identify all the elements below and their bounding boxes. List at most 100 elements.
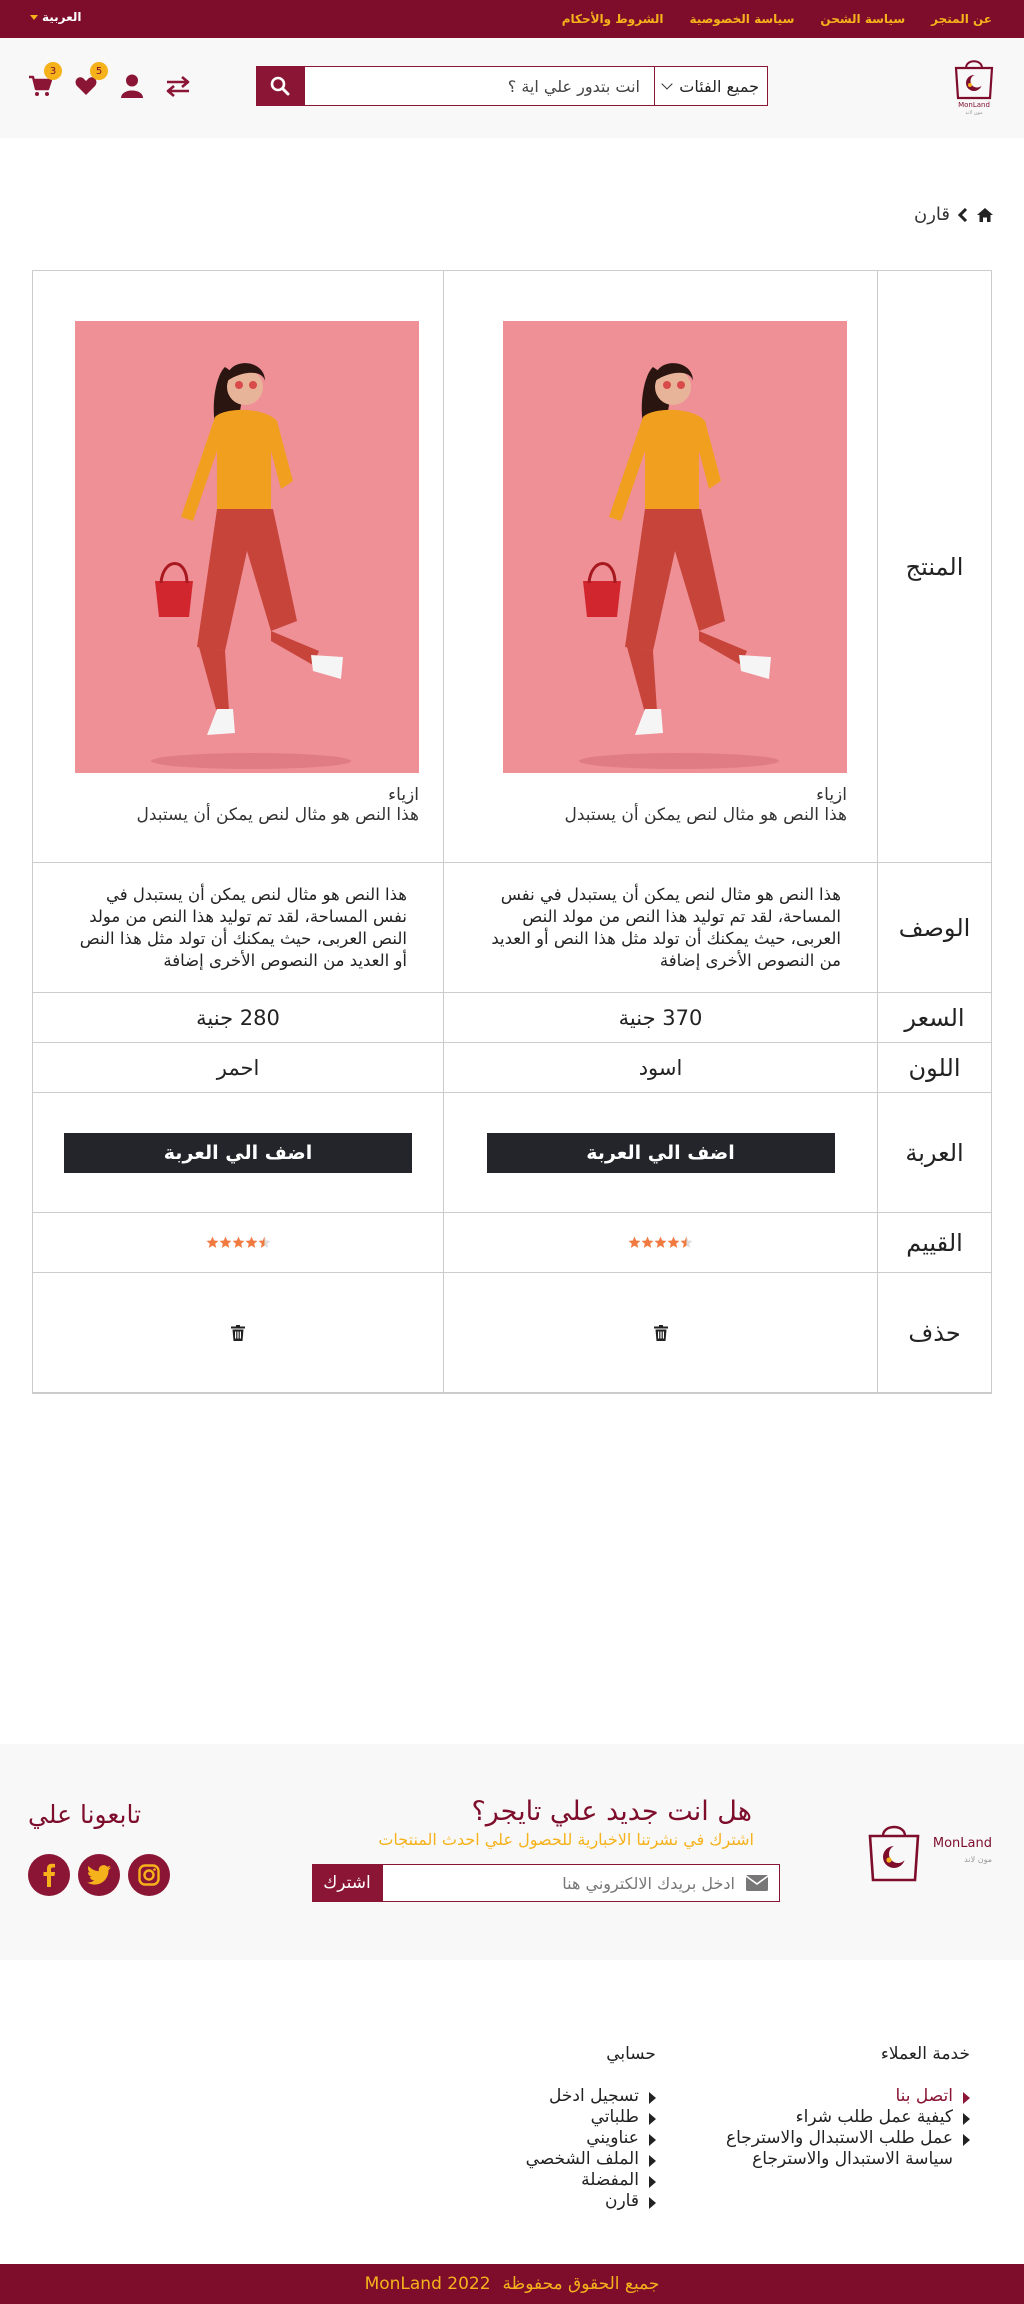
add-to-cart-button[interactable]: اضف الي العربة: [64, 1132, 412, 1173]
footer-link-label: المفضلة: [581, 2170, 639, 2190]
newsletter-title: هل انت جديد علي تايجر؟: [471, 1796, 752, 1827]
footer-link-label: عمل طلب الاستبدال والاسترجاع: [725, 2128, 953, 2148]
product-image[interactable]: [75, 321, 419, 773]
search-button[interactable]: [256, 66, 304, 106]
facebook-button[interactable]: [28, 1854, 70, 1896]
footer-link-label: اتصل بنا: [895, 2086, 953, 2106]
logo[interactable]: MonLand مون لاند: [950, 54, 998, 116]
rating-stars: [628, 1236, 693, 1249]
product-name[interactable]: هذا النص هو مثال لنص يمكن أن يستبدل: [503, 805, 847, 825]
product-category: ازياء: [388, 785, 419, 805]
account-column: حسابي تسجيل ادخل طلباتي عناويني الملف ال…: [526, 2044, 656, 2212]
product-name[interactable]: هذا النص هو مثال لنص يمكن أن يستبدل: [75, 805, 419, 825]
cart-count-badge: 3: [44, 62, 62, 80]
product-image[interactable]: [503, 321, 847, 773]
row-label-cart: العربة: [877, 1093, 991, 1212]
footer-link[interactable]: المفضلة: [526, 2170, 656, 2191]
star-icon: [232, 1236, 244, 1248]
triangle-right-icon: [648, 2175, 656, 2188]
footer-link-label: طلباتي: [590, 2107, 639, 2127]
top-bar: عن المتجر سياسة الشحن سياسة الخصوصية الش…: [0, 0, 1024, 38]
social-links: [28, 1854, 170, 1896]
trash-icon[interactable]: [653, 1324, 668, 1341]
footer-link[interactable]: الملف الشخصي: [526, 2149, 656, 2170]
top-link-about[interactable]: عن المتجر: [931, 12, 992, 26]
footer-link-label: قارن: [604, 2191, 639, 2211]
category-dropdown[interactable]: جميع الفئات: [654, 66, 768, 106]
footer-link[interactable]: قارن: [526, 2191, 656, 2212]
rating-cell: [33, 1213, 443, 1272]
footer-logo[interactable]: MonLand مون لاند: [865, 1820, 992, 1884]
top-link-privacy[interactable]: سياسة الخصوصية: [690, 12, 795, 26]
trash-icon[interactable]: [231, 1324, 245, 1341]
footer-link-label: سياسة الاستبدال والاسترجاع: [752, 2149, 953, 2169]
twitter-button[interactable]: [78, 1854, 120, 1896]
cart-button[interactable]: 3: [26, 62, 62, 100]
follow-us-label: تابعونا علي: [28, 1800, 142, 1829]
color-cell: احمر: [216, 1055, 260, 1080]
star-icon: [245, 1236, 257, 1248]
top-link-shipping[interactable]: سياسة الشحن: [820, 12, 905, 26]
home-icon[interactable]: [976, 207, 994, 223]
instagram-button[interactable]: [128, 1854, 170, 1896]
breadcrumb: قارن: [914, 204, 994, 225]
footer-link[interactable]: طلباتي: [526, 2107, 656, 2128]
customer-service-column: خدمة العملاء اتصل بنا كيفية عمل طلب شراء…: [726, 2044, 970, 2212]
footer-link[interactable]: عمل طلب الاستبدال والاسترجاع: [726, 2128, 970, 2149]
copyright-bar: جميع الحقوق محفوظة MonLand 2022: [0, 2264, 1024, 2304]
add-to-cart-button[interactable]: اضف الي العربة: [486, 1132, 835, 1173]
footer-link-label: عناويني: [586, 2128, 639, 2148]
rating-cell: [443, 1213, 877, 1272]
footer-link[interactable]: سياسة الاستبدال والاسترجاع: [726, 2149, 970, 2170]
product-cell: ازياء هذا النص هو مثال لنص يمكن أن يستبد…: [443, 271, 877, 862]
triangle-right-icon: [648, 2196, 656, 2209]
star-icon: [641, 1236, 654, 1248]
row-product: المنتج ازياء هذا النص هو مثال لنص يمكن أ…: [33, 271, 991, 863]
header-icons: 5 3: [26, 62, 192, 104]
compare-arrows-icon: [166, 76, 190, 97]
description-cell: هذا النص هو مثال لنص يمكن أن يستبدل في ن…: [79, 884, 407, 970]
product-category: ازياء: [816, 785, 847, 805]
newsletter-email-input[interactable]: [382, 1864, 780, 1902]
row-cart: العربة اضف الي العربة اضف الي العربة: [33, 1093, 991, 1213]
footer-link[interactable]: اتصل بنا: [726, 2086, 970, 2107]
star-icon: [628, 1236, 641, 1248]
row-description: الوصف هذا النص هو مثال لنص يمكن أن يستبد…: [33, 863, 991, 993]
subscribe-button[interactable]: اشترك: [312, 1864, 382, 1902]
newsletter-form: اشترك: [312, 1864, 780, 1902]
top-link-terms[interactable]: الشروط والأحكام: [562, 12, 664, 26]
compare-button[interactable]: [164, 72, 192, 100]
search-bar: جميع الفئات: [256, 66, 768, 106]
chevron-down-icon: [661, 78, 673, 90]
twitter-icon: [87, 1865, 111, 1885]
cart-cell: اضف الي العربة: [33, 1093, 443, 1212]
triangle-right-icon: [648, 2112, 656, 2125]
account-button[interactable]: [118, 72, 146, 100]
language-label: العربية: [42, 10, 82, 24]
footer-link[interactable]: تسجيل ادخل: [526, 2086, 656, 2107]
heart-icon: [75, 77, 97, 95]
footer-link[interactable]: عناويني: [526, 2128, 656, 2149]
customer-service-title: خدمة العملاء: [880, 2044, 970, 2064]
row-label-delete: حذف: [877, 1273, 991, 1392]
rating-stars: [206, 1236, 271, 1249]
row-label-product: المنتج: [877, 271, 991, 862]
triangle-right-icon: [648, 2154, 656, 2167]
price-cell: 280 جنية: [196, 1005, 280, 1030]
footer-link-label: تسجيل ادخل: [548, 2086, 639, 2106]
chevron-left-icon: [958, 207, 968, 222]
footer-link[interactable]: كيفية عمل طلب شراء: [726, 2107, 970, 2128]
row-price: السعر 370 جنية 280 جنية: [33, 993, 991, 1043]
language-selector[interactable]: العربية: [30, 0, 82, 34]
triangle-right-icon: [963, 2112, 970, 2125]
triangle-right-icon: [648, 2133, 656, 2146]
star-icon: [654, 1236, 667, 1248]
row-color: اللون اسود احمر: [33, 1043, 991, 1093]
top-links: عن المتجر سياسة الشحن سياسة الخصوصية الش…: [562, 0, 992, 38]
user-icon: [121, 74, 143, 98]
instagram-icon: [138, 1864, 160, 1886]
wishlist-button[interactable]: 5: [72, 62, 108, 100]
footer-logo-text: MonLand مون لاند: [933, 1836, 992, 1868]
product-cell: ازياء هذا النص هو مثال لنص يمكن أن يستبد…: [33, 271, 443, 862]
search-input[interactable]: [304, 66, 654, 106]
